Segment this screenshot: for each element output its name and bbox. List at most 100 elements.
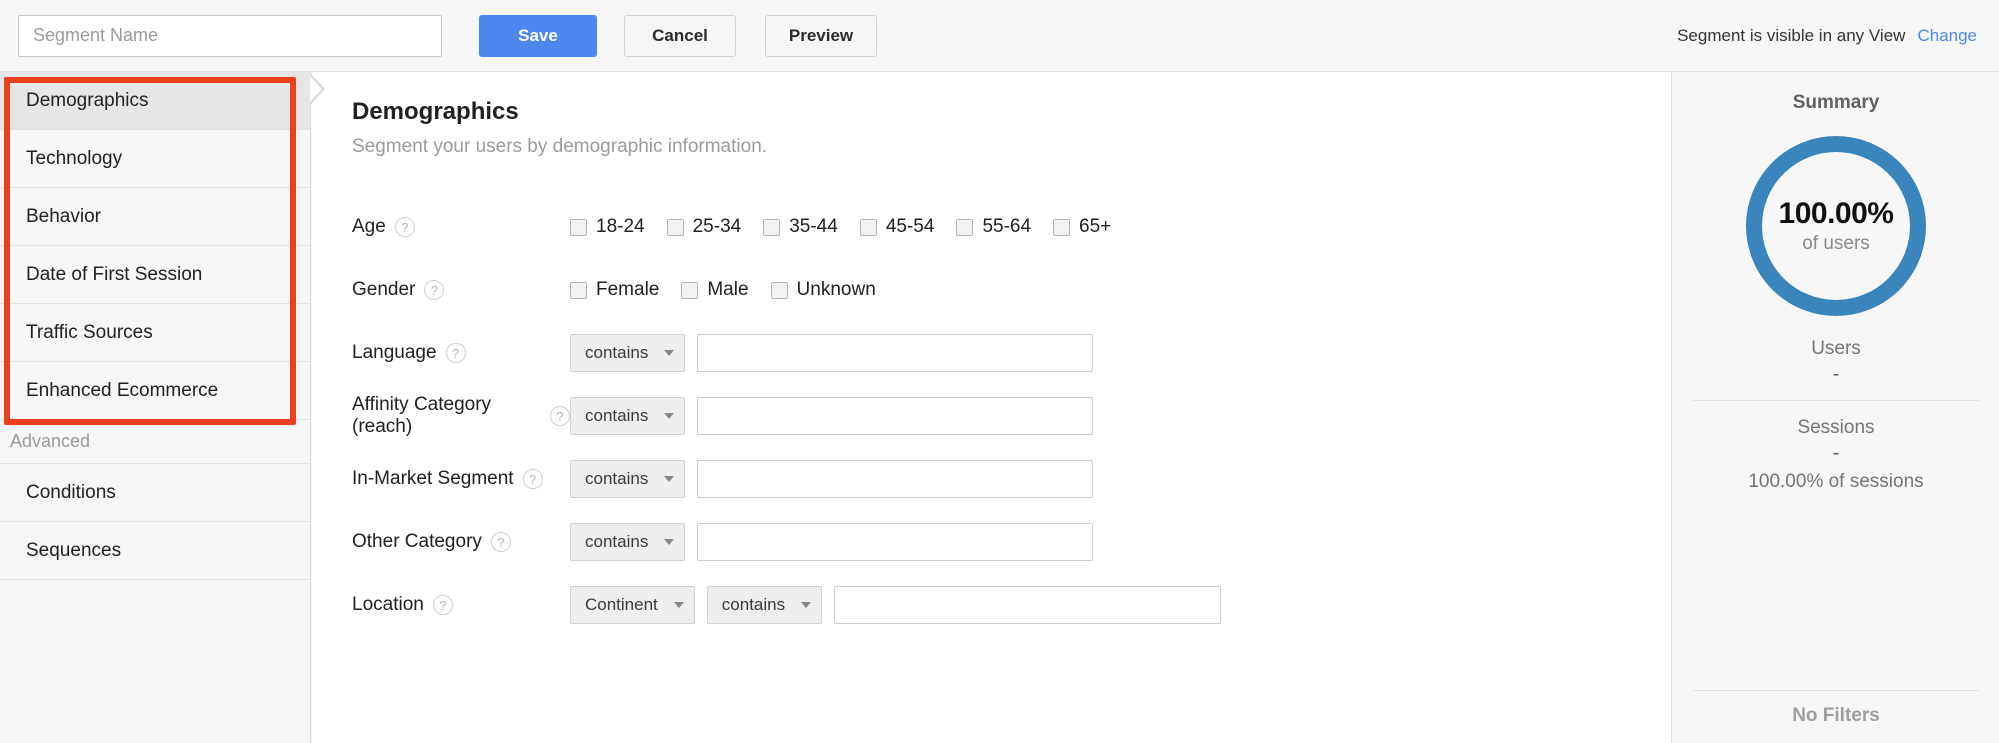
checkbox-icon[interactable]	[1053, 218, 1071, 236]
users-metric-name: Users	[1811, 338, 1861, 359]
other-category-operator-select[interactable]: contains	[570, 523, 686, 561]
save-button[interactable]: Save	[479, 14, 597, 57]
checkbox-icon[interactable]	[681, 281, 699, 299]
sidebar-group-advanced: Advanced	[0, 420, 310, 464]
sidebar-item-label: Technology	[26, 147, 123, 169]
sidebar-item-conditions[interactable]: Conditions	[0, 464, 310, 522]
help-icon[interactable]: ?	[490, 532, 511, 552]
in-market-value-input[interactable]	[697, 460, 1094, 498]
language-operator-value: contains	[585, 343, 649, 362]
field-row-affinity-category: Affinity Category (reach) ? contains	[352, 387, 1671, 445]
gender-option-label: Unknown	[796, 279, 876, 300]
top-toolbar: Save Cancel Preview Segment is visible i…	[0, 0, 1999, 72]
age-checkbox-65-plus[interactable]: 65+	[1053, 216, 1111, 238]
in-market-label: In-Market Segment	[352, 468, 514, 489]
affinity-operator-select[interactable]: contains	[570, 397, 686, 435]
age-checkbox-group: 18-24 25-34 35-44 45-54 55-64 65+	[570, 216, 1133, 238]
location-dimension-select[interactable]: Continent	[570, 586, 695, 624]
affinity-value-input[interactable]	[697, 397, 1094, 435]
location-operator-select[interactable]: contains	[706, 586, 823, 624]
chevron-down-icon	[664, 413, 675, 419]
cancel-button[interactable]: Cancel	[624, 14, 736, 57]
field-row-in-market-segment: In-Market Segment ? contains	[352, 450, 1671, 508]
affinity-label-group: Affinity Category (reach) ?	[352, 394, 570, 438]
in-market-operator-select[interactable]: contains	[570, 460, 686, 498]
sidebar-item-enhanced-ecommerce[interactable]: Enhanced Ecommerce	[0, 362, 310, 420]
help-icon[interactable]: ?	[522, 469, 543, 489]
sessions-metric-value: -	[1832, 443, 1840, 464]
language-label: Language	[352, 342, 437, 363]
language-operator-select[interactable]: contains	[570, 334, 686, 372]
field-row-location: Location ? Continent contains	[352, 576, 1671, 634]
in-market-operator-value: contains	[585, 469, 649, 488]
sidebar-item-date-of-first-session[interactable]: Date of First Session	[0, 246, 310, 304]
sidebar-item-label: Demographics	[26, 89, 149, 111]
users-donut-chart: 100.00% of users	[1740, 130, 1932, 322]
sidebar-item-behavior[interactable]: Behavior	[0, 188, 310, 246]
help-icon[interactable]: ?	[432, 595, 453, 615]
sidebar-item-label: Traffic Sources	[26, 321, 153, 343]
users-metric: Users -	[1693, 322, 1979, 400]
field-row-gender: Gender ? Female Male Unknown	[352, 261, 1671, 319]
change-visibility-link[interactable]: Change	[1917, 26, 1977, 46]
sessions-metric-name: Sessions	[1797, 417, 1875, 438]
sidebar-item-label: Conditions	[26, 481, 116, 503]
affinity-operator-value: contains	[585, 406, 649, 425]
segment-visibility: Segment is visible in any View Change	[1677, 26, 1981, 46]
checkbox-icon[interactable]	[956, 218, 974, 236]
age-checkbox-35-44[interactable]: 35-44	[763, 216, 838, 238]
help-icon[interactable]: ?	[550, 406, 570, 426]
gender-option-label: Male	[707, 279, 749, 300]
chevron-down-icon	[664, 476, 675, 482]
checkbox-icon[interactable]	[770, 281, 788, 299]
age-option-label: 45-54	[885, 216, 935, 237]
gender-checkbox-male[interactable]: Male	[681, 279, 749, 301]
location-operator-value: contains	[721, 595, 786, 614]
checkbox-icon[interactable]	[763, 218, 781, 236]
checkbox-icon[interactable]	[570, 218, 587, 236]
segment-name-input[interactable]	[18, 14, 442, 57]
sidebar-item-label: Enhanced Ecommerce	[26, 379, 219, 401]
checkbox-icon[interactable]	[666, 218, 684, 236]
sidebar-item-sequences[interactable]: Sequences	[0, 522, 310, 580]
sessions-metric: Sessions - 100.00% of sessions	[1693, 400, 1979, 507]
gender-option-label: Female	[596, 279, 660, 300]
gender-checkbox-unknown[interactable]: Unknown	[770, 279, 876, 301]
language-label-group: Language ?	[352, 342, 570, 364]
sidebar-item-traffic-sources[interactable]: Traffic Sources	[0, 304, 310, 362]
location-label-group: Location ?	[352, 594, 570, 616]
help-icon[interactable]: ?	[445, 343, 466, 363]
language-value-input[interactable]	[697, 334, 1094, 372]
gender-checkbox-group: Female Male Unknown	[570, 279, 898, 301]
donut-percent: 100.00%	[1778, 197, 1894, 230]
gender-checkbox-female[interactable]: Female	[570, 279, 659, 301]
age-checkbox-18-24[interactable]: 18-24	[570, 216, 645, 238]
age-checkbox-55-64[interactable]: 55-64	[956, 216, 1031, 238]
demographics-panel: Demographics Segment your users by demog…	[312, 72, 1672, 743]
sidebar-item-demographics[interactable]: Demographics	[0, 72, 310, 130]
summary-panel: Summary 100.00% of users Users - Session…	[1673, 72, 1999, 743]
chevron-down-icon	[801, 602, 812, 608]
chevron-down-icon	[664, 539, 675, 545]
help-icon[interactable]: ?	[424, 280, 445, 300]
sidebar-item-label: Date of First Session	[26, 263, 203, 285]
selected-category-pointer-fill-icon	[310, 76, 322, 102]
location-value-input[interactable]	[834, 586, 1222, 624]
checkbox-icon[interactable]	[570, 281, 587, 299]
donut-subtitle: of users	[1802, 233, 1870, 254]
donut-center-labels: 100.00% of users	[1740, 130, 1932, 322]
age-checkbox-45-54[interactable]: 45-54	[859, 216, 935, 238]
age-checkbox-25-34[interactable]: 25-34	[666, 216, 742, 238]
sidebar-item-technology[interactable]: Technology	[0, 130, 310, 188]
preview-button[interactable]: Preview	[765, 14, 877, 57]
other-category-label-group: Other Category ?	[352, 531, 570, 553]
visibility-text: Segment is visible in any View	[1677, 25, 1906, 45]
location-label: Location	[352, 594, 424, 615]
no-filters-label: No Filters	[1693, 690, 1979, 727]
page-title: Demographics	[352, 98, 519, 125]
checkbox-icon[interactable]	[859, 218, 877, 236]
help-icon[interactable]: ?	[394, 217, 415, 237]
other-category-value-input[interactable]	[697, 523, 1094, 561]
age-option-label: 25-34	[692, 216, 742, 237]
field-row-other-category: Other Category ? contains	[352, 513, 1671, 571]
